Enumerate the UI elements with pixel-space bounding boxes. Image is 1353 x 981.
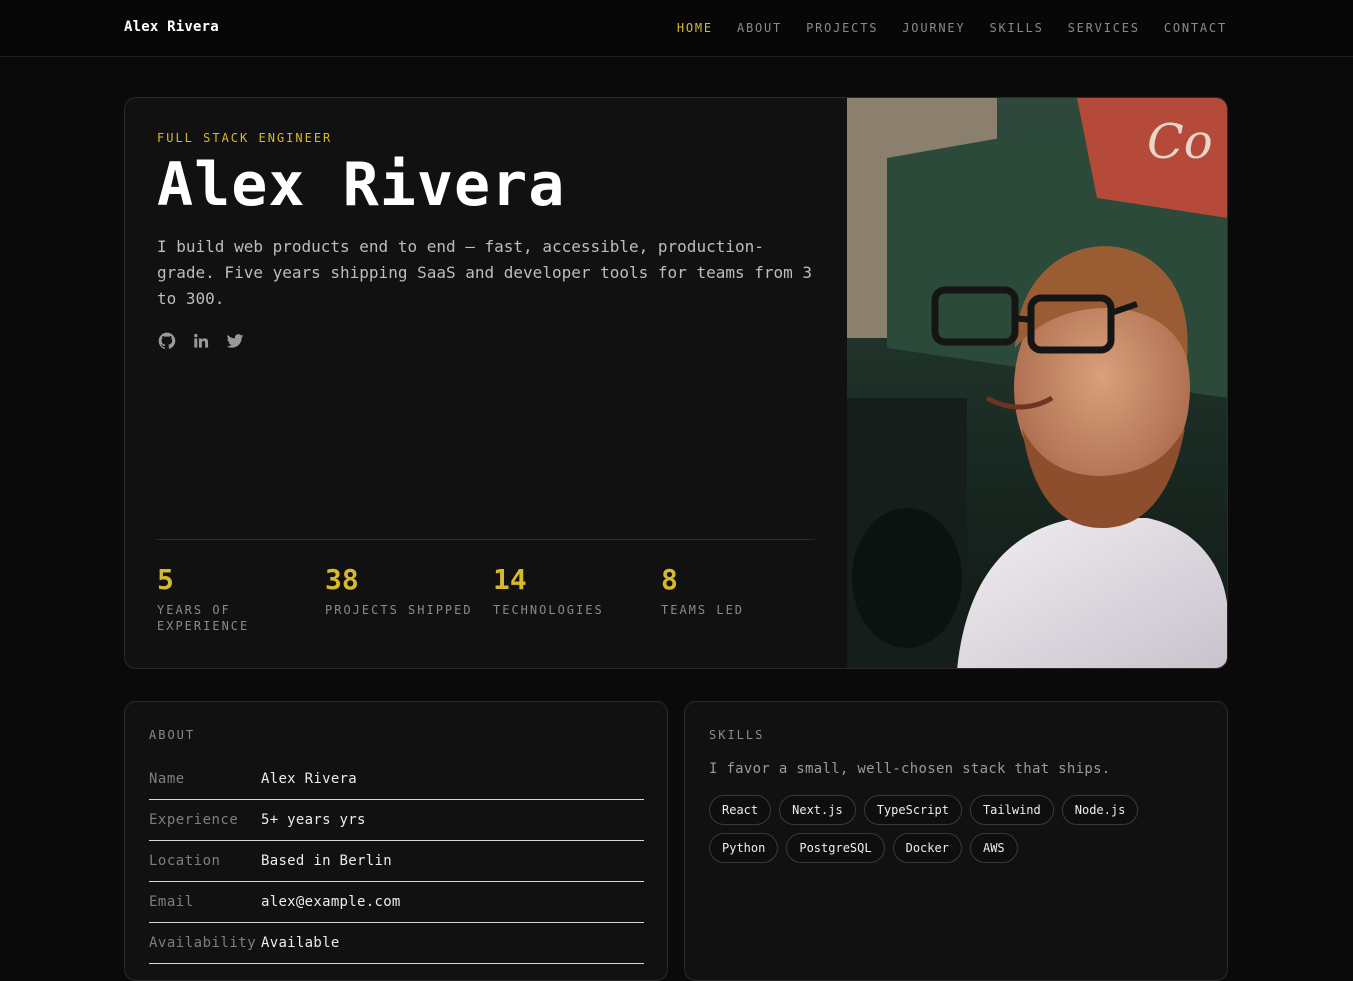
info-row-availability: Availability Available bbox=[149, 923, 644, 964]
brand-logo-link[interactable]: Alex Rivera bbox=[124, 19, 219, 35]
stat-projects: 38 PROJECTS SHIPPED bbox=[325, 564, 493, 634]
skill-chip-nodejs: Node.js bbox=[1061, 795, 1139, 825]
info-value: Available bbox=[261, 935, 340, 951]
svg-text:Co: Co bbox=[1147, 114, 1213, 170]
social-links bbox=[157, 331, 245, 351]
hero-divider bbox=[157, 539, 815, 540]
stat-value: 8 bbox=[661, 563, 678, 596]
info-label: Name bbox=[149, 771, 185, 787]
stat-years: 5 YEARS OF EXPERIENCE bbox=[157, 564, 325, 634]
nav-link-skills[interactable]: SKILLS bbox=[989, 21, 1043, 35]
skill-chip-docker: Docker bbox=[892, 833, 962, 863]
info-value: Alex Rivera bbox=[261, 771, 358, 787]
skills-title: SKILLS bbox=[709, 728, 765, 742]
skill-chip-tailwind: Tailwind bbox=[969, 795, 1054, 825]
info-label: Experience bbox=[149, 812, 239, 828]
info-row-location: Location Based in Berlin bbox=[149, 841, 644, 882]
profile-photo: Co bbox=[847, 98, 1227, 668]
skill-chips: React Next.js TypeScript Tailwind Node.j… bbox=[709, 795, 1179, 863]
skill-chip-react: React bbox=[709, 795, 772, 825]
info-value: Based in Berlin bbox=[261, 853, 392, 869]
hero-eyebrow: FULL STACK ENGINEER bbox=[157, 131, 333, 145]
about-info-list: Name Alex Rivera Experience 5+ years yrs… bbox=[149, 759, 644, 964]
skill-chip-typescript: TypeScript bbox=[863, 795, 962, 825]
stat-label: PROJECTS SHIPPED bbox=[325, 603, 473, 617]
stat-label: YEARS OF EXPERIENCE bbox=[157, 603, 250, 633]
github-icon[interactable] bbox=[157, 331, 177, 351]
info-label: Availability bbox=[149, 935, 257, 951]
top-navbar: Alex Rivera HOME ABOUT PROJECTS JOURNEY … bbox=[0, 0, 1353, 57]
info-label: Email bbox=[149, 894, 194, 910]
linkedin-icon[interactable] bbox=[191, 331, 211, 351]
skill-chip-python: Python bbox=[709, 833, 779, 863]
skills-card: SKILLS I favor a small, well-chosen stac… bbox=[684, 701, 1228, 981]
stat-value: 14 bbox=[493, 563, 527, 596]
nav-link-journey[interactable]: JOURNEY bbox=[902, 21, 965, 35]
about-title: ABOUT bbox=[149, 728, 196, 742]
skill-chip-aws: AWS bbox=[969, 833, 1018, 863]
stat-value: 38 bbox=[325, 563, 359, 596]
hero-content: FULL STACK ENGINEER Alex Rivera I build … bbox=[157, 98, 817, 668]
nav-links: HOME ABOUT PROJECTS JOURNEY SKILLS SERVI… bbox=[677, 21, 1227, 35]
hero-bio: I build web products end to end — fast, … bbox=[157, 237, 813, 308]
email-link[interactable]: alex@example.com bbox=[261, 894, 401, 910]
nav-link-about[interactable]: ABOUT bbox=[737, 21, 782, 35]
stat-technologies: 14 TECHNOLOGIES bbox=[493, 564, 661, 634]
stat-teams: 8 TEAMS LED bbox=[661, 564, 829, 634]
info-label: Location bbox=[149, 853, 221, 869]
skill-chip-postgresql: PostgreSQL bbox=[786, 833, 885, 863]
nav-link-projects[interactable]: PROJECTS bbox=[806, 21, 878, 35]
skill-chip-nextjs: Next.js bbox=[779, 795, 856, 825]
nav-link-services[interactable]: SERVICES bbox=[1068, 21, 1140, 35]
nav-link-home[interactable]: HOME bbox=[677, 21, 713, 35]
info-value: 5+ years yrs bbox=[261, 812, 366, 828]
stat-label: TEAMS LED bbox=[661, 603, 745, 617]
skills-description: I favor a small, well-chosen stack that … bbox=[709, 761, 1111, 777]
hero-name: Alex Rivera bbox=[157, 150, 566, 220]
info-row-experience: Experience 5+ years yrs bbox=[149, 800, 644, 841]
stat-value: 5 bbox=[157, 563, 174, 596]
nav-link-contact[interactable]: CONTACT bbox=[1164, 21, 1227, 35]
stat-label: TECHNOLOGIES bbox=[493, 603, 604, 617]
info-row-email: Email alex@example.com bbox=[149, 882, 644, 923]
about-card: ABOUT Name Alex Rivera Experience 5+ yea… bbox=[124, 701, 668, 981]
twitter-icon[interactable] bbox=[225, 331, 245, 351]
info-row-name: Name Alex Rivera bbox=[149, 759, 644, 800]
hero-card: FULL STACK ENGINEER Alex Rivera I build … bbox=[124, 97, 1228, 669]
stats-row: 5 YEARS OF EXPERIENCE 38 PROJECTS SHIPPE… bbox=[157, 564, 837, 634]
